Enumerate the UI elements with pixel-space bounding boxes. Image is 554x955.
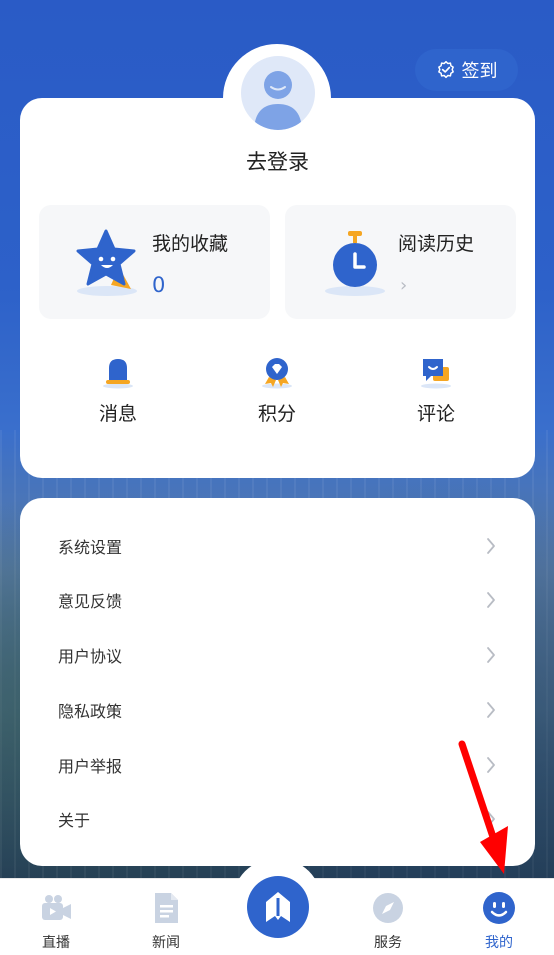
comments-label: 评论 bbox=[416, 403, 455, 425]
tab-live[interactable]: 直播 bbox=[16, 890, 96, 952]
menu-item-label: 关于 bbox=[58, 811, 91, 830]
menu-item-user-agreement[interactable]: 用户协议 bbox=[20, 628, 535, 682]
menu-item-label: 用户协议 bbox=[58, 647, 123, 666]
smiley-profile-icon bbox=[483, 892, 515, 924]
tab-news[interactable]: 新闻 bbox=[126, 890, 206, 952]
menu-item-system-settings[interactable]: 系统设置 bbox=[20, 519, 535, 573]
stopwatch-icon bbox=[325, 231, 385, 296]
messages-action[interactable]: 消息 bbox=[58, 355, 178, 426]
checkin-label: 签到 bbox=[461, 61, 498, 82]
star-mascot-icon bbox=[76, 229, 137, 296]
verified-check-icon bbox=[437, 60, 454, 79]
avatar[interactable] bbox=[241, 56, 315, 130]
chevron-right-icon: › bbox=[400, 275, 408, 296]
bell-icon bbox=[103, 359, 133, 389]
reading-history-tile[interactable]: 阅读历史 › bbox=[285, 205, 516, 319]
default-avatar-icon bbox=[254, 71, 302, 130]
checkin-button[interactable]: 签到 bbox=[415, 49, 518, 91]
messages-label: 消息 bbox=[98, 403, 137, 425]
favorites-title: 我的收藏 bbox=[152, 233, 229, 255]
points-badge-icon bbox=[262, 358, 292, 389]
tab-services[interactable]: 服务 bbox=[348, 890, 428, 952]
favorites-count: 0 bbox=[152, 273, 166, 297]
tab-label: 新闻 bbox=[152, 935, 180, 951]
comments-action[interactable]: 评论 bbox=[376, 355, 496, 426]
points-action[interactable]: 积分 bbox=[217, 355, 337, 426]
tab-label: 直播 bbox=[42, 935, 70, 951]
chevron-right-icon bbox=[487, 538, 495, 554]
center-home-button[interactable] bbox=[247, 876, 309, 938]
tab-label: 我的 bbox=[485, 935, 513, 951]
favorites-tile[interactable]: 我的收藏 0 bbox=[39, 205, 270, 319]
menu-item-label: 意见反馈 bbox=[58, 592, 123, 611]
points-label: 积分 bbox=[257, 403, 296, 425]
reading-history-title: 阅读历史 bbox=[398, 233, 475, 255]
chevron-right-icon bbox=[487, 702, 495, 718]
live-camera-icon bbox=[42, 895, 71, 920]
menu-item-label: 隐私政策 bbox=[58, 702, 123, 721]
menu-item-privacy-policy[interactable]: 隐私政策 bbox=[20, 683, 535, 737]
menu-item-label: 用户举报 bbox=[58, 757, 123, 776]
news-document-icon bbox=[155, 893, 178, 923]
compass-icon bbox=[373, 893, 403, 923]
chevron-right-icon bbox=[487, 592, 495, 608]
home-center-icon bbox=[266, 892, 290, 922]
tab-label: 服务 bbox=[374, 935, 402, 951]
menu-item-feedback[interactable]: 意见反馈 bbox=[20, 573, 535, 627]
login-link[interactable]: 去登录 bbox=[20, 146, 535, 176]
tab-mine[interactable]: 我的 bbox=[459, 890, 539, 952]
annotation-arrow-icon bbox=[458, 740, 508, 874]
comment-icon bbox=[421, 359, 451, 389]
menu-item-label: 系统设置 bbox=[58, 538, 123, 557]
chevron-right-icon bbox=[487, 647, 495, 663]
